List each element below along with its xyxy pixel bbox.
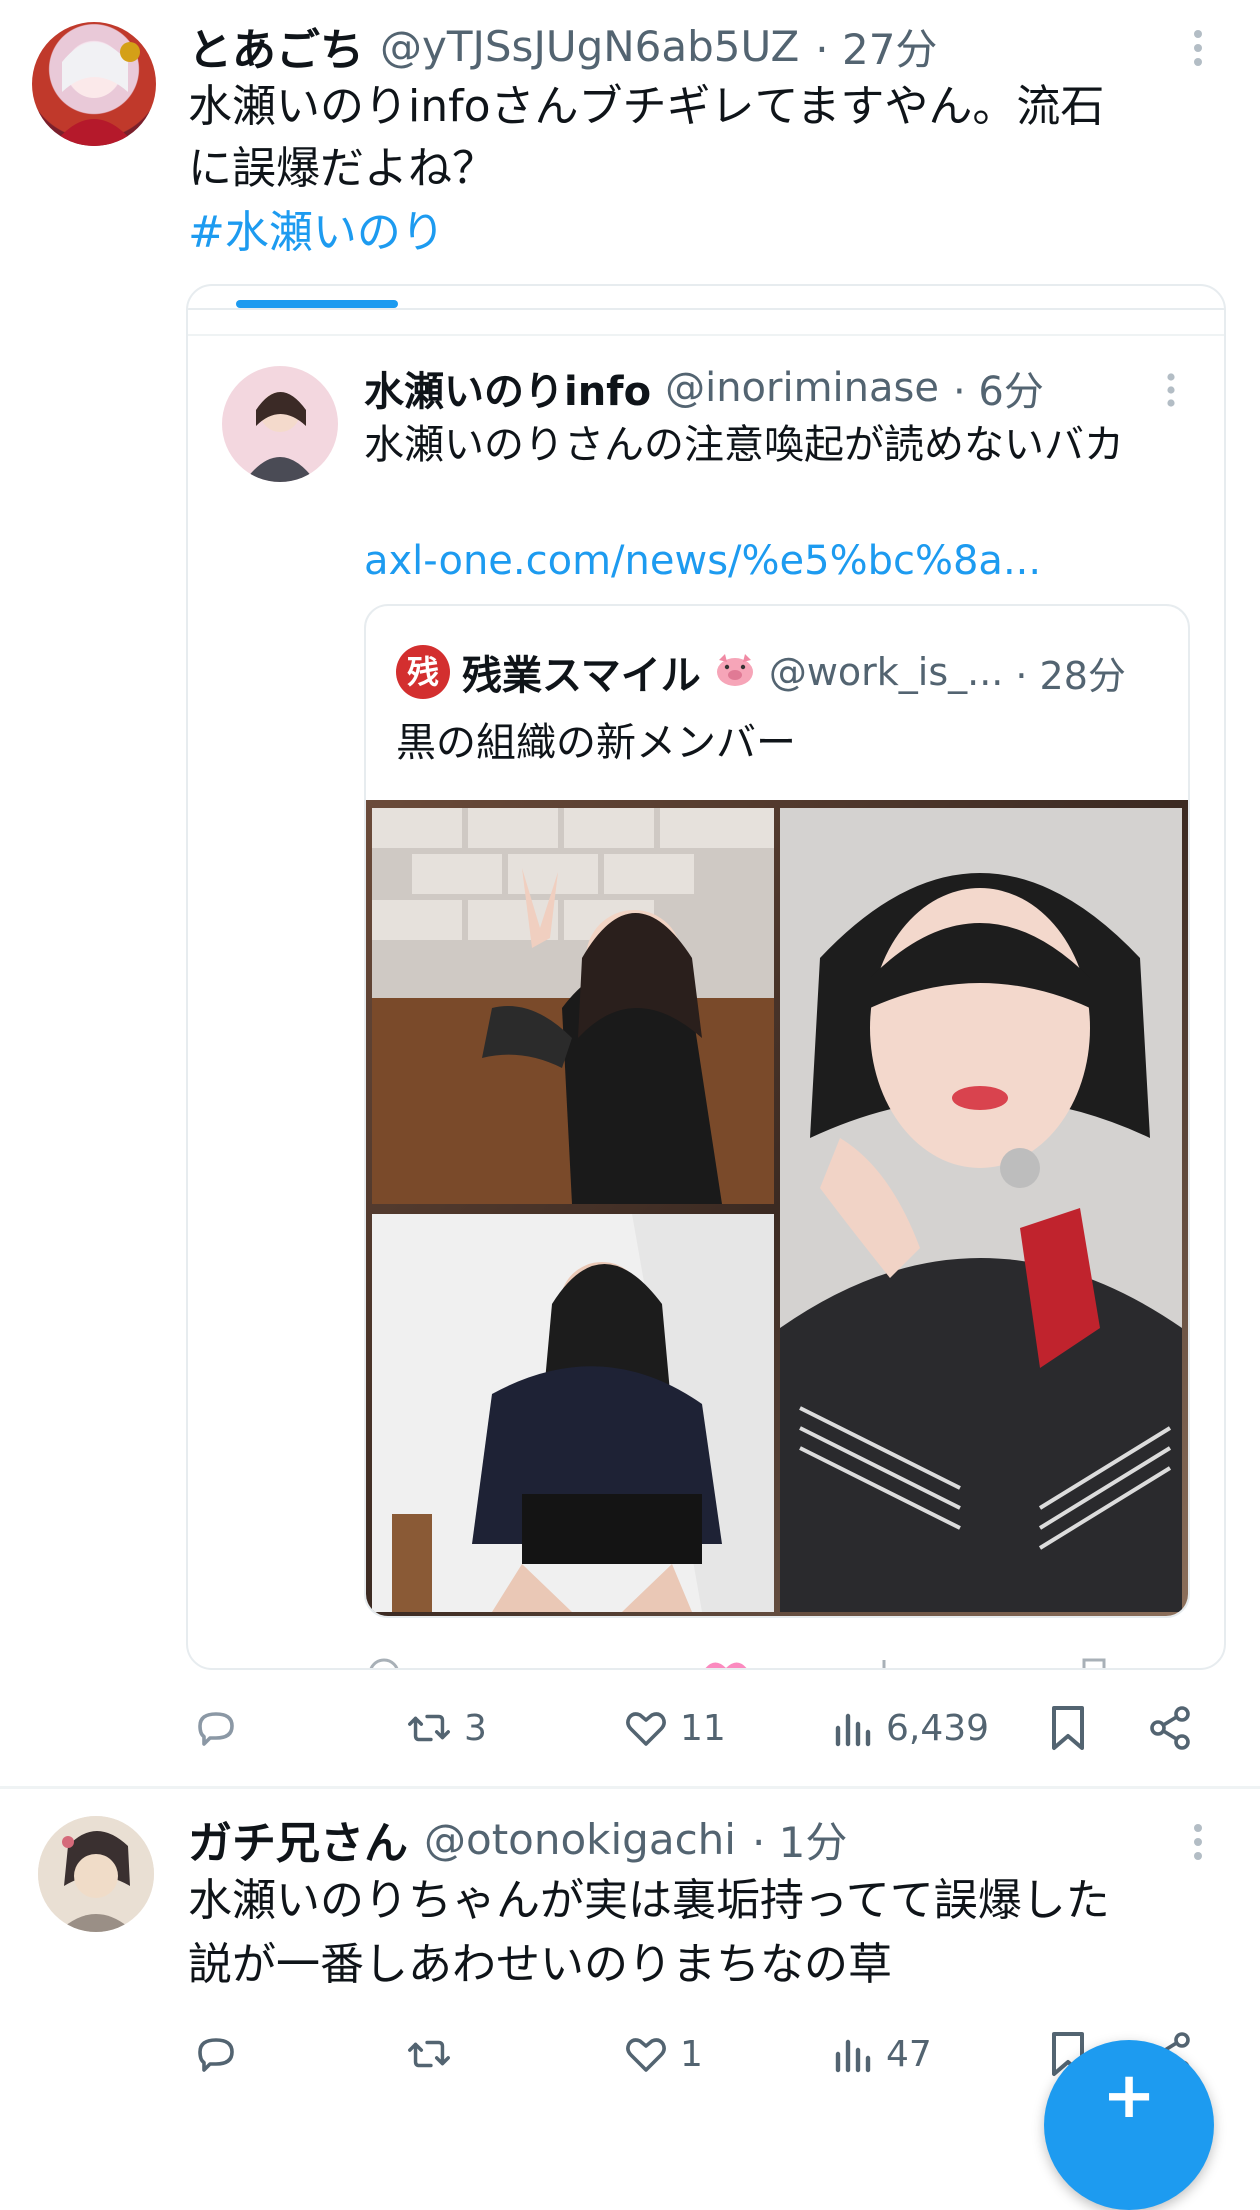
- timestamp[interactable]: · 1分: [752, 1809, 847, 1870]
- inner-timestamp[interactable]: · 28分: [1015, 645, 1126, 700]
- card-faded-action-row: [364, 1650, 1186, 1668]
- photo-bottom-left[interactable]: [372, 1214, 774, 1612]
- hashtag-link[interactable]: #水瀬いのり: [188, 202, 445, 264]
- quoted-text: 水瀬いのりさんの注意喚起が読めないバカ: [364, 422, 1124, 468]
- card-top-rule-2: [188, 334, 1224, 336]
- pig-emoji-icon: [713, 650, 757, 694]
- tweet-text-line-2: 説が一番しあわせいのりまちなの草: [188, 1939, 892, 1990]
- photo-collage[interactable]: [366, 800, 1188, 1616]
- analytics-icon: [835, 1713, 871, 1747]
- inner-text: 黒の組織の新メンバー: [396, 720, 796, 766]
- quoted-url-link[interactable]: axl-one.com/news/%e5%bc%8a...: [364, 532, 1041, 590]
- inner-handle[interactable]: @work_is_...: [769, 650, 1004, 694]
- views-count: 6,439: [886, 1707, 990, 1749]
- views-button[interactable]: 6,439: [832, 1700, 989, 1756]
- retweet-icon: [408, 2040, 450, 2068]
- quoted-more-options-icon[interactable]: [1164, 372, 1178, 412]
- like-button[interactable]: 11: [622, 1700, 726, 1756]
- like-button[interactable]: 1: [622, 2026, 703, 2082]
- photo-right[interactable]: [780, 808, 1182, 1612]
- display-name[interactable]: ガチ兄さん: [188, 1807, 408, 1871]
- reply-icon: [198, 2038, 234, 2072]
- timestamp[interactable]: · 27分: [815, 16, 937, 77]
- compose-fab[interactable]: +: [1044, 2040, 1214, 2210]
- heart-icon: [626, 2038, 666, 2072]
- avatar[interactable]: [38, 1816, 154, 1932]
- share-button[interactable]: [1146, 1700, 1194, 1756]
- quoted-display-name[interactable]: 水瀬いのりinfo: [364, 359, 651, 417]
- heart-icon: [626, 1712, 666, 1746]
- retweet-icon: [408, 1714, 450, 1742]
- reply-icon: [198, 1712, 234, 1746]
- views-button[interactable]: 47: [832, 2026, 932, 2082]
- card-top-rule: [188, 308, 1224, 310]
- reply-button[interactable]: [192, 2026, 240, 2082]
- quoted-timestamp[interactable]: · 6分: [953, 359, 1044, 417]
- like-count: 1: [680, 2033, 703, 2075]
- tweet-text-line-1: 水瀬いのりちゃんが実は裏垢持ってて誤爆した: [188, 1875, 1110, 1926]
- reply-button[interactable]: [192, 1700, 240, 1756]
- like-count: 11: [680, 1707, 726, 1749]
- retweet-button[interactable]: [404, 2026, 454, 2082]
- more-options-icon[interactable]: [1190, 28, 1210, 68]
- card-tab-indicator: [236, 300, 398, 308]
- analytics-icon: [835, 2039, 871, 2073]
- tweet-text-line-2: に誤爆だよね？: [188, 143, 496, 194]
- bookmark-icon: [1052, 1706, 1084, 1750]
- bookmark-button[interactable]: [1046, 1700, 1090, 1756]
- inner-display-name[interactable]: 残業スマイル: [462, 643, 701, 701]
- photo-top-left[interactable]: [372, 808, 774, 1204]
- retweet-button[interactable]: 3: [404, 1700, 487, 1756]
- quoted-avatar[interactable]: [222, 366, 338, 482]
- more-options-icon[interactable]: [1190, 1822, 1206, 1866]
- handle[interactable]: @yTJSsJUgN6ab5UZ: [380, 22, 799, 71]
- retweet-count: 3: [464, 1707, 487, 1749]
- share-icon: [1150, 1706, 1190, 1750]
- compose-plus-icon: +: [1102, 2059, 1156, 2133]
- inner-avatar-badge[interactable]: 残: [396, 645, 450, 699]
- handle[interactable]: @otonokigachi: [424, 1815, 736, 1864]
- tweet-divider: [0, 1786, 1260, 1789]
- quoted-handle[interactable]: @inoriminase: [665, 365, 939, 411]
- tweet-text-line-1: 水瀬いのりinfoさんブチギレてますやん。流石: [188, 81, 1105, 132]
- views-count: 47: [886, 2033, 932, 2075]
- display-name[interactable]: とあごち: [188, 14, 364, 78]
- avatar[interactable]: [32, 22, 156, 146]
- embedded-card: 水瀬いのりinfo @inoriminase · 6分 水瀬いのりさんの注意喚起…: [186, 284, 1226, 1670]
- inner-quote-card[interactable]: 残 残業スマイル @work_is_... · 28分 黒の組織の新メンバー: [364, 604, 1190, 1618]
